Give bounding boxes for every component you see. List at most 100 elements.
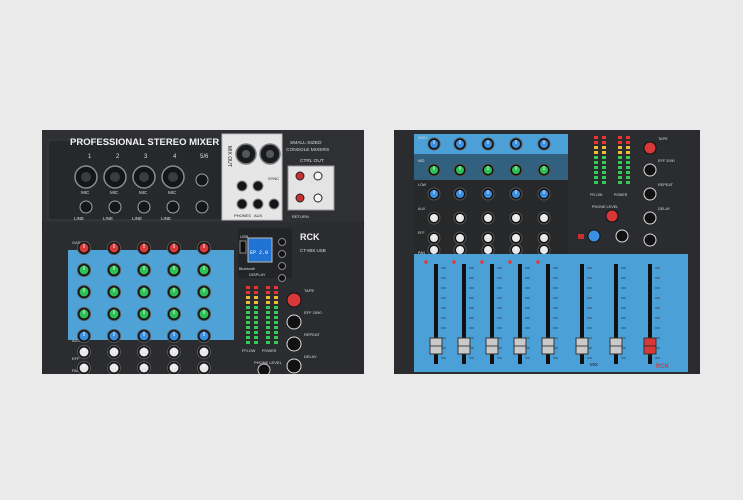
output-jack	[252, 180, 264, 192]
meter-label: POWER	[262, 349, 277, 353]
fx-label: REPEAT	[304, 332, 320, 337]
line-jack	[137, 200, 151, 214]
meter-led	[594, 166, 598, 169]
meter-led	[626, 181, 630, 184]
rca-jack-white	[313, 171, 323, 181]
meter-led	[246, 306, 250, 309]
mic-label: MIC	[139, 190, 148, 195]
meter-led	[602, 146, 606, 149]
mix-out-label: MIX OUT	[226, 146, 232, 167]
channel-number: 5/6	[200, 154, 209, 160]
meter-led	[274, 286, 278, 289]
line-jack	[79, 200, 93, 214]
fx-knob	[643, 141, 657, 155]
left-mixer-title: PROFESSIONAL STEREO MIXER	[70, 137, 219, 148]
rca-jack-red	[295, 171, 305, 181]
center-knob	[587, 229, 601, 243]
meter-led	[626, 161, 630, 164]
left-mixer-illustration: PROFESSIONAL STEREO MIXER 1 2 3 4 5/6 LI…	[42, 130, 364, 374]
meter-led	[602, 171, 606, 174]
fx-label: EFF 2090	[304, 310, 322, 315]
meter-led	[246, 296, 250, 299]
meter-led	[602, 151, 606, 154]
meter-led	[626, 171, 630, 174]
right-mixer-photo: HIGH MID LOW AUX EFF PAN FFLOW POWER PHO…	[394, 130, 700, 374]
meter-led	[618, 146, 622, 149]
line-label: LINE	[161, 216, 171, 221]
meter-led	[266, 326, 270, 329]
fx-knob	[643, 163, 657, 177]
center-button	[578, 234, 584, 239]
phone-level-knob	[257, 363, 271, 374]
meter-led	[266, 321, 270, 324]
meter-led	[626, 166, 630, 169]
meter-led	[254, 301, 258, 304]
meter-led	[618, 166, 622, 169]
jack-label: PHONES	[234, 213, 251, 218]
meter-led	[602, 161, 606, 164]
meter-led	[274, 291, 278, 294]
output-jack	[236, 198, 248, 210]
meter-led	[594, 151, 598, 154]
output-jack	[252, 198, 264, 210]
line-jack	[195, 173, 209, 187]
fx-knob	[643, 187, 657, 201]
meter-label: FFLOW	[590, 193, 603, 197]
meter-led	[602, 176, 606, 179]
fx-label: EFF 2090	[658, 159, 675, 163]
line-label: LINE	[103, 216, 113, 221]
meter-led	[266, 341, 270, 344]
meter-led	[602, 166, 606, 169]
meter-led	[266, 286, 270, 289]
meter-led	[274, 321, 278, 324]
lcd-text: EP 2.0	[250, 250, 268, 256]
phone-level-label: PHONE LEVEL	[254, 360, 283, 365]
fx-knob	[643, 233, 657, 247]
usb-port	[239, 240, 247, 254]
meter-led	[266, 316, 270, 319]
fx-label: TAPE	[658, 137, 668, 141]
meter-led	[618, 176, 622, 179]
peak-led	[424, 260, 428, 264]
meter-label: POWER	[614, 193, 628, 197]
meter-led	[274, 331, 278, 334]
meter-led	[266, 291, 270, 294]
meter-led	[246, 336, 250, 339]
meter-led	[254, 326, 258, 329]
meter-led	[274, 296, 278, 299]
usb-label: USB	[240, 234, 249, 239]
meter-led	[246, 331, 250, 334]
meter-led	[266, 331, 270, 334]
meter-led	[274, 336, 278, 339]
mix-label: MIX	[590, 362, 598, 367]
fx-label: DELAY	[304, 354, 317, 359]
center-knob	[615, 229, 629, 243]
meter-led	[246, 301, 250, 304]
strip-label: LOW	[418, 183, 427, 187]
fx-label: TAPE	[304, 288, 314, 293]
display-label: DISPLAY	[249, 272, 266, 277]
meter-led	[266, 336, 270, 339]
meter-led	[602, 181, 606, 184]
fx-label: DELAY	[658, 207, 671, 211]
meter-led	[274, 316, 278, 319]
meter-led	[254, 321, 258, 324]
meter-led	[246, 291, 250, 294]
meter-led	[626, 146, 630, 149]
fx-knob	[286, 292, 302, 308]
fx-knob	[286, 336, 302, 352]
meter-led	[274, 306, 278, 309]
peak-led	[508, 260, 512, 264]
ctrl-out-label: CTRL OUT	[300, 158, 324, 164]
fx-knob	[286, 314, 302, 330]
meter-led	[594, 136, 598, 139]
meter-led	[246, 316, 250, 319]
display-button	[278, 250, 286, 258]
meter-led	[254, 311, 258, 314]
fx-knob	[286, 358, 302, 374]
brand-logo: RCK	[656, 364, 670, 370]
meter-led	[602, 141, 606, 144]
meter-led	[618, 156, 622, 159]
jack-label: RETURN	[292, 214, 309, 219]
meter-led	[274, 301, 278, 304]
